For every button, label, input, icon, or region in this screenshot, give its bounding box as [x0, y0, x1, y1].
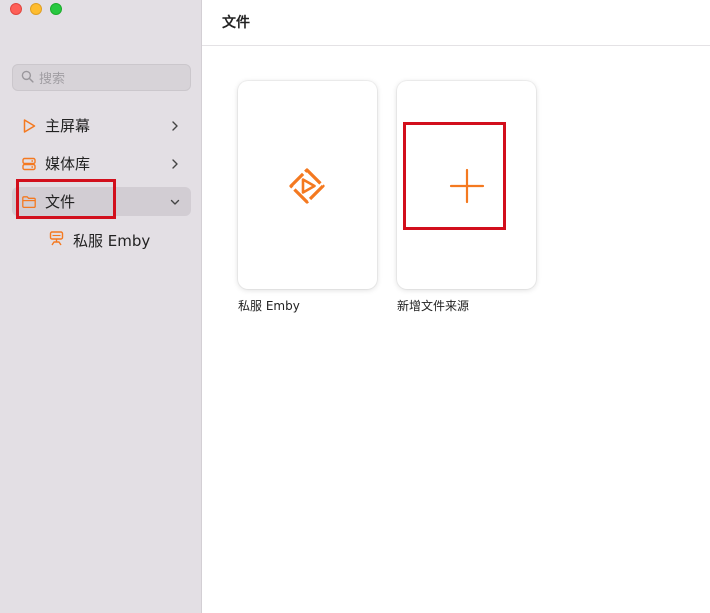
minimize-window-button[interactable] — [30, 3, 42, 15]
chevron-down-icon[interactable] — [169, 194, 181, 208]
sidebar: 搜索 主屏幕 媒体库 文件 私服 Emby — [0, 0, 202, 613]
header-divider — [202, 45, 710, 46]
sidebar-subitem-label: 私服 Emby — [73, 231, 151, 250]
search-placeholder: 搜索 — [39, 72, 66, 87]
server-stack-icon — [48, 230, 65, 251]
emby-logo-icon — [289, 168, 325, 204]
sidebar-item-label: 主屏幕 — [45, 117, 91, 135]
add-file-source-card[interactable] — [397, 81, 536, 289]
server-icon — [21, 156, 37, 172]
page-title: 文件 — [222, 15, 250, 31]
sidebar-item-label: 媒体库 — [45, 155, 91, 173]
sidebar-item-files[interactable]: 文件 — [12, 187, 191, 216]
chevron-right-icon — [169, 118, 181, 132]
search-icon — [21, 68, 34, 87]
sidebar-item-label: 文件 — [45, 193, 76, 211]
app-window: 搜索 主屏幕 媒体库 文件 私服 Emby 文件 私服 Emby 新增文件来源 — [0, 0, 710, 613]
folder-icon — [21, 194, 37, 210]
main-content: 文件 私服 Emby 新增文件来源 — [202, 0, 710, 613]
zoom-window-button[interactable] — [50, 3, 62, 15]
sidebar-subitem-emby[interactable]: 私服 Emby — [48, 229, 150, 251]
close-window-button[interactable] — [10, 3, 22, 15]
sidebar-item-library[interactable]: 媒体库 — [12, 149, 191, 178]
sidebar-item-home[interactable]: 主屏幕 — [12, 111, 191, 140]
search-input[interactable]: 搜索 — [12, 64, 191, 91]
plus-icon — [449, 168, 485, 204]
play-icon — [21, 118, 37, 134]
chevron-right-icon — [169, 156, 181, 170]
window-controls — [10, 3, 62, 15]
emby-source-card[interactable] — [238, 81, 377, 289]
add-source-card-label: 新增文件来源 — [397, 299, 470, 313]
emby-card-label: 私服 Emby — [238, 299, 300, 313]
